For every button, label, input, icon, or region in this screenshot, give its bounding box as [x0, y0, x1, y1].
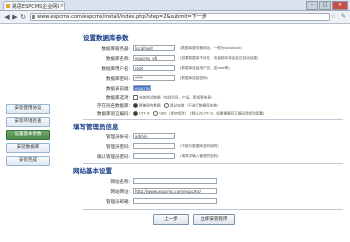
minimize-button[interactable]: – — [306, 1, 318, 10]
admin-user-label: 管理员帐号: — [105, 135, 130, 140]
db-host-label: 数据库服务器: — [101, 47, 130, 52]
close-window-button[interactable]: × — [332, 1, 348, 10]
db-pass-hint: (数据库连接密码) — [180, 76, 208, 80]
bookmark-star-icon[interactable]: ☆ — [331, 13, 336, 20]
utf8-radio[interactable] — [133, 111, 138, 116]
db-name-input[interactable]: espcms_v6 — [133, 55, 175, 61]
admin-pass2-hint: (请再次输入管理员密码) — [180, 154, 219, 158]
admin-pass-label: 管理员密码: — [105, 145, 130, 150]
reload-icon[interactable]: ↻ — [19, 13, 27, 21]
install-button[interactable]: 立即安装程序 — [193, 214, 235, 225]
url-text: www.espcms.com/espcms/install/index.php?… — [37, 14, 207, 20]
admin-pass-hint: (不能与数据库密码相同) — [180, 144, 219, 148]
gbk-radio[interactable] — [153, 111, 159, 116]
db-user-input[interactable]: root — [133, 65, 175, 71]
maximize-button[interactable]: □ — [319, 1, 331, 10]
db-name-hint: (如果数据库不存在，安装程序将会尝试自动创建) — [180, 56, 259, 60]
admin-email-input[interactable] — [133, 198, 217, 204]
admin-email-label: 管理员邮箱: — [105, 200, 130, 205]
site-url-input[interactable]: http://www.espcms.com/espcms/ — [133, 188, 217, 194]
step-item-database[interactable]: 安装数据库 — [6, 143, 50, 153]
browser-navbar: ◀ ▶ ↻ www.espcms.com/espcms/install/inde… — [0, 11, 350, 24]
section-divider-3 — [83, 209, 343, 210]
admin-pass2-label: 确认管理员密码: — [96, 155, 130, 160]
favicon-icon — [6, 4, 10, 8]
step-item-agreement[interactable]: 安装使用协议 — [6, 104, 50, 114]
settings-wrench-icon[interactable]: ✎ — [341, 13, 346, 20]
db-pass-label: 数据库密码: — [105, 77, 130, 82]
site-url-label: 网站网址: — [110, 190, 130, 195]
test-data-checkbox[interactable] — [133, 95, 138, 100]
gbk-text: GBK（请勿修改） — [159, 111, 187, 116]
page-content: 安装使用协议 安装环境检查 设置基本参数 安装数据库 安装完成 设置数据库参数 … — [0, 24, 350, 240]
lang-label: 数据库语言编码: — [96, 112, 130, 117]
db-option-label: 数据库选项: — [105, 96, 130, 101]
forward-arrow-icon[interactable]: ▶ — [11, 13, 19, 21]
page-icon — [32, 15, 35, 19]
db-user-hint: (数据库连接用户名，如root等) — [180, 66, 230, 70]
address-bar[interactable]: www.espcms.com/espcms/install/index.php?… — [30, 13, 330, 21]
step-item-env-check[interactable]: 安装环境检查 — [6, 117, 50, 127]
tab-close-icon[interactable]: × — [60, 3, 64, 9]
site-name-label: 网站名称: — [110, 180, 130, 185]
lang-options: UTF-8 GBK（请勿修改） (默认为UTF-8，如果需要其它编码请修改配置) — [133, 111, 264, 117]
skip-text: 跳过安装（不进行数据库安装） — [170, 103, 221, 108]
lang-hint: (默认为UTF-8，如果需要其它编码请修改配置) — [190, 111, 265, 116]
admin-pass2-input[interactable] — [133, 153, 175, 159]
admin-pass-input[interactable] — [133, 143, 175, 149]
db-prefix-label: 数据表前缀: — [105, 87, 130, 92]
site-section-title: 网站基本设置 — [73, 167, 112, 175]
section-divider-2 — [83, 163, 343, 164]
old-data-label: 存在同名数据库: — [96, 104, 130, 109]
back-arrow-icon[interactable]: ◀ — [3, 13, 11, 21]
overwrite-radio[interactable] — [133, 103, 138, 108]
step-item-complete[interactable]: 安装完成 — [6, 156, 50, 166]
skip-radio[interactable] — [164, 103, 170, 108]
install-form: 设置数据库参数 数据库服务器: localhost (数据库服务器地址，一般为l… — [73, 32, 343, 242]
section-divider — [83, 119, 343, 120]
db-pass-input[interactable]: **** — [133, 75, 175, 81]
admin-section-title: 填写管理员信息 — [73, 123, 119, 131]
db-option-checkbox-row[interactable]: 安装测试数据（包括栏目、产品、新闻等信息） — [133, 95, 214, 101]
prev-step-button[interactable]: 上一步 — [153, 214, 189, 225]
window-controls: – □ × — [306, 1, 348, 10]
db-host-hint: (数据库服务器地址，一般为localhost) — [180, 46, 243, 50]
tab-title: 易思ESPCMS企业网站管 — [11, 3, 59, 10]
db-prefix-input[interactable]: espcms — [133, 85, 151, 91]
site-name-input[interactable] — [133, 178, 217, 184]
db-section-title: 设置数据库参数 — [83, 34, 129, 42]
install-steps-sidebar: 安装使用协议 安装环境检查 设置基本参数 安装数据库 安装完成 — [6, 104, 50, 169]
db-host-input[interactable]: localhost — [133, 45, 175, 51]
db-name-label: 数据库名称: — [105, 57, 130, 62]
overwrite-text: 覆盖原有数据 — [139, 103, 161, 108]
test-data-text: 安装测试数据（包括栏目、产品、新闻等信息） — [139, 95, 215, 100]
db-user-label: 数据库用户名: — [101, 67, 130, 72]
browser-titlebar: 易思ESPCMS企业网站管 × – □ × — [0, 0, 350, 11]
utf8-text: UTF-8 — [139, 111, 150, 116]
admin-user-input[interactable]: admin — [133, 133, 175, 139]
browser-tab[interactable]: 易思ESPCMS企业网站管 × — [3, 1, 65, 10]
old-data-options: 覆盖原有数据 跳过安装（不进行数据库安装） — [133, 103, 220, 109]
step-item-params[interactable]: 设置基本参数 — [6, 130, 50, 140]
